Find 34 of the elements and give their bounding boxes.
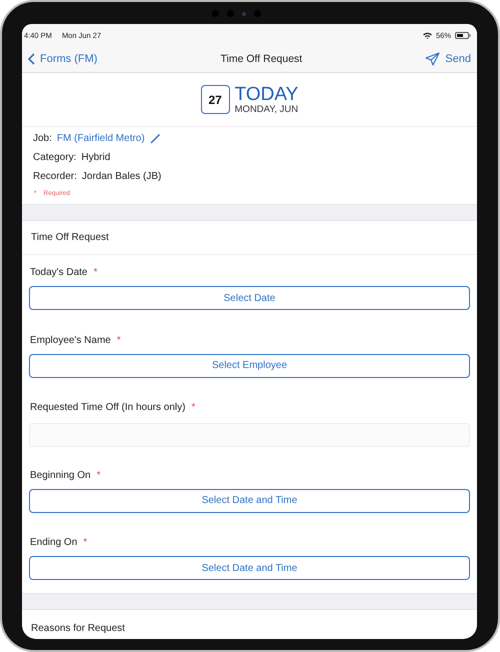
camera-drawing <box>212 10 261 17</box>
calendar-day: 27 <box>200 85 230 114</box>
back-button[interactable]: Forms (FM) <box>28 53 98 65</box>
select-button[interactable]: Select Date and Time <box>29 556 470 580</box>
required-asterisk: * <box>191 402 196 413</box>
info-label: Job: <box>33 133 52 144</box>
screen-title: Time Off Request <box>220 53 302 65</box>
chevron-left-icon <box>28 53 35 65</box>
date-title: TODAY <box>234 84 298 104</box>
select-button[interactable]: Select Employee <box>29 354 470 378</box>
required-asterisk: * <box>94 267 98 278</box>
field-label: Employee's Name <box>30 334 111 346</box>
field-label: Requested Time Off (In hours only) <box>30 402 186 413</box>
info-value: Hybrid <box>81 152 110 163</box>
section-title: Reasons for Request <box>30 622 126 636</box>
field-label: Beginning On <box>30 470 91 480</box>
info-value: Jordan Bales (JB) <box>82 171 162 182</box>
wifi-icon <box>422 32 432 38</box>
field-label: Today's Date <box>30 267 88 278</box>
required-asterisk: * <box>116 334 121 346</box>
info-label: Recorder: <box>33 171 77 182</box>
field-label: Ending On <box>30 537 78 548</box>
date-subtitle: MONDAY, JUN <box>234 104 298 114</box>
select-button[interactable]: Select Date and Time <box>29 488 470 512</box>
job-link[interactable]: FM (Fairfield Metro) <box>56 133 145 144</box>
battery-icon <box>455 32 471 38</box>
required-asterisk: * <box>96 470 101 480</box>
section-title: Time Off Request <box>22 221 477 255</box>
select-button[interactable]: Select Date <box>29 286 470 310</box>
required-asterisk: * <box>83 537 88 548</box>
info-label: Category: <box>33 152 76 163</box>
pencil-icon[interactable] <box>150 133 161 144</box>
paper-plane-icon <box>425 52 440 66</box>
send-button[interactable]: Send <box>425 52 471 66</box>
